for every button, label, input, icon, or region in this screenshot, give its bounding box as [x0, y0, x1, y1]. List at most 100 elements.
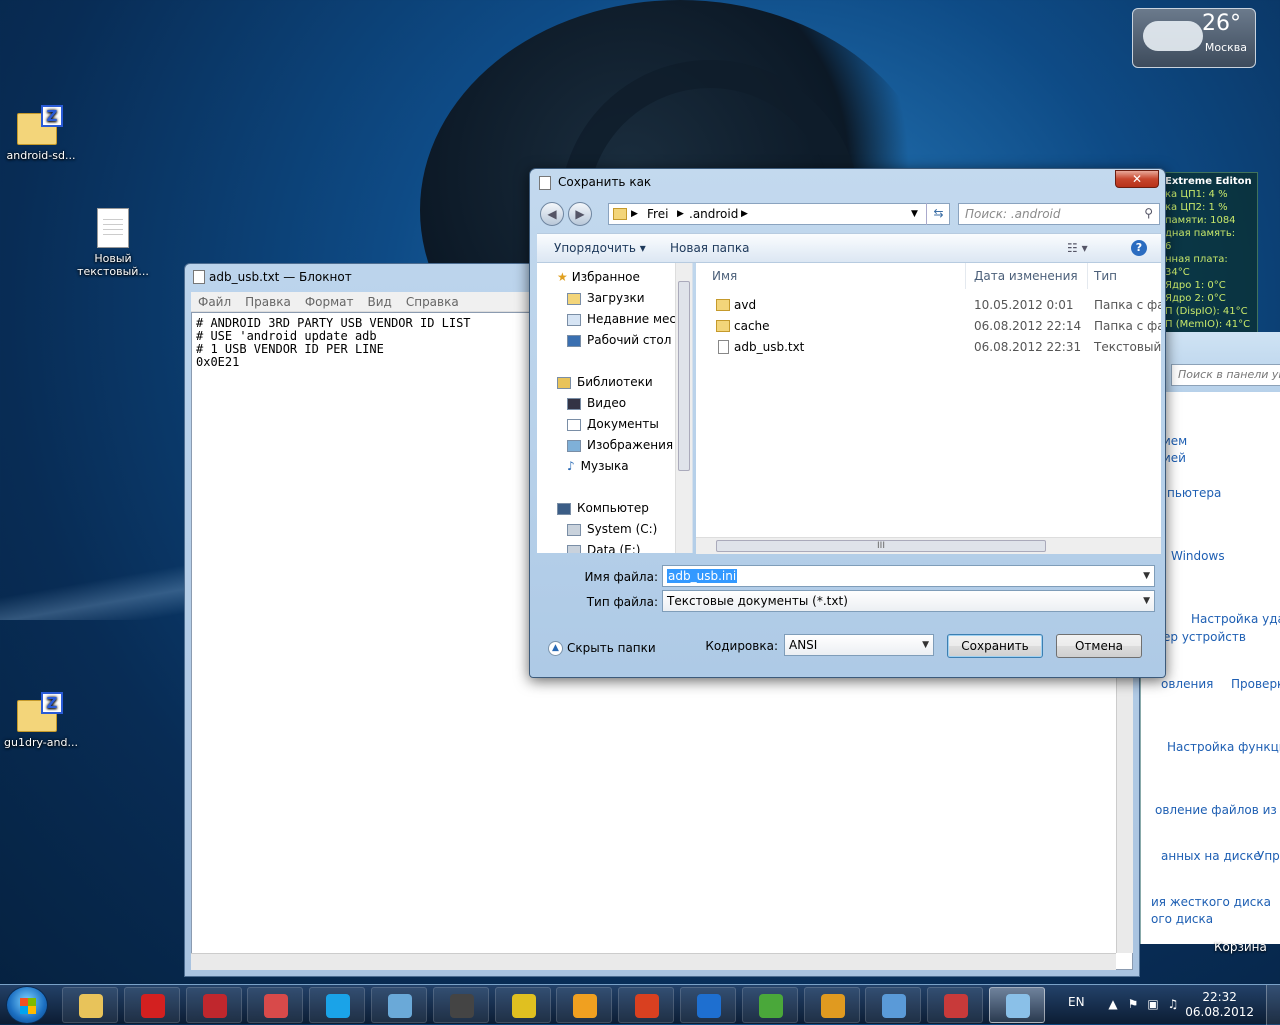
volume-icon[interactable]: ♫ — [1166, 997, 1180, 1011]
hide-folders-button[interactable]: ▲ Скрыть папки — [548, 641, 656, 656]
breadcrumb-frei[interactable]: Frei — [647, 207, 668, 221]
address-bar[interactable]: ▶ Frei ▶ .android ▶ ▼ — [608, 203, 950, 225]
taskbar-app-game[interactable] — [432, 987, 489, 1023]
weather-city: Москва — [1204, 41, 1247, 54]
control-panel-link[interactable]: ер устройств — [1163, 630, 1246, 644]
taskbar-app-monitor[interactable] — [371, 987, 427, 1023]
organize-button[interactable]: Упорядочить ▾ — [554, 241, 646, 255]
nav-pane-scrollbar[interactable] — [675, 263, 692, 553]
taskbar-app-control-panel[interactable] — [865, 987, 922, 1023]
nav-libraries[interactable]: Библиотеки — [557, 372, 653, 393]
zip-folder-icon: Z — [17, 692, 65, 732]
taskbar-app-toolbox[interactable] — [927, 987, 984, 1023]
language-indicator[interactable]: EN — [1068, 995, 1085, 1009]
save-as-dialog[interactable]: Сохранить как ✕ ◀ ▶ ▶ Frei ▶ .android ▶ … — [529, 168, 1166, 678]
clock[interactable]: 22:32 06.08.2012 — [1185, 990, 1254, 1020]
refresh-button[interactable]: ⇆ — [926, 203, 950, 225]
scrollbar-thumb[interactable]: III — [716, 540, 1046, 552]
control-panel-link[interactable]: ого диска — [1151, 912, 1213, 926]
control-panel-link[interactable]: Упра — [1257, 849, 1280, 863]
notepad-horizontal-scrollbar[interactable] — [191, 953, 1116, 970]
control-panel-link[interactable]: ия жесткого диска — [1151, 895, 1271, 909]
help-icon[interactable]: ? — [1131, 240, 1147, 256]
save-button[interactable]: Сохранить — [947, 634, 1043, 658]
forward-button[interactable]: ▶ — [568, 202, 592, 226]
taskbar-app-nfs[interactable] — [494, 987, 551, 1023]
control-panel-link[interactable]: пьютера — [1167, 486, 1221, 500]
show-desktop-button[interactable] — [1266, 985, 1280, 1025]
file-row[interactable]: avd 10.05.2012 0:01 Папка с фай — [696, 295, 1161, 316]
view-options-icon[interactable]: ☷ ▾ — [1067, 241, 1088, 255]
nav-music[interactable]: ♪ Музыка — [567, 456, 629, 477]
taskbar-app-skype[interactable] — [309, 987, 366, 1023]
taskbar-app-rq[interactable] — [247, 987, 304, 1023]
search-input[interactable]: Поиск: .android ⚲ — [958, 203, 1160, 225]
start-button[interactable] — [6, 986, 48, 1024]
desktop-icon-new-text-file[interactable]: Новый текстовый... — [72, 208, 154, 278]
encoding-select[interactable]: ANSI ▼ — [784, 634, 934, 656]
nav-data-e[interactable]: Data (E:) — [567, 540, 640, 553]
close-button[interactable]: ✕ — [1115, 170, 1159, 188]
control-panel-link[interactable]: анных на диске — [1161, 849, 1261, 863]
taskbar-app-sync[interactable] — [680, 987, 736, 1023]
menu-view[interactable]: Вид — [361, 292, 399, 312]
nav-video[interactable]: Видео — [567, 393, 626, 414]
desktop-icon-gu1dry[interactable]: Z gu1dry-and... — [0, 692, 82, 749]
taskbar-app-sun[interactable] — [803, 987, 860, 1023]
scrollbar-thumb[interactable] — [678, 281, 690, 471]
file-type: Папка с фай — [1094, 319, 1161, 333]
brush-icon — [635, 994, 660, 1018]
chevron-down-icon[interactable]: ▼ — [911, 209, 918, 219]
taskbar-app-notepad[interactable] — [989, 987, 1045, 1023]
column-header-type[interactable]: Тип — [1088, 263, 1161, 289]
chevron-down-icon[interactable]: ▼ — [1143, 566, 1150, 586]
weather-gadget[interactable]: 26° Москва — [1132, 8, 1256, 68]
network-icon[interactable]: ▣ — [1146, 997, 1160, 1011]
nav-images[interactable]: Изображения — [567, 435, 673, 456]
taskbar-app-pokerstars[interactable] — [185, 987, 242, 1023]
flag-icon[interactable]: ⚑ — [1126, 997, 1140, 1011]
menu-file[interactable]: Файл — [191, 292, 238, 312]
control-panel-search-input[interactable]: Поиск в панели уп — [1171, 364, 1280, 386]
chevron-down-icon: ▼ — [1143, 596, 1150, 606]
back-button[interactable]: ◀ — [540, 202, 564, 226]
menu-format[interactable]: Формат — [298, 292, 361, 312]
chevron-up-icon[interactable]: ▲ — [1106, 997, 1120, 1011]
menu-edit[interactable]: Правка — [238, 292, 298, 312]
new-folder-button[interactable]: Новая папка — [670, 241, 749, 255]
control-panel-link[interactable]: овления — [1161, 677, 1213, 691]
filetype-select[interactable]: Текстовые документы (*.txt) ▼ — [662, 590, 1155, 612]
column-header-name[interactable]: Имя — [706, 263, 966, 289]
control-panel-link[interactable]: овление файлов из архи — [1155, 803, 1280, 817]
taskbar-app-explorer[interactable] — [62, 987, 118, 1023]
breadcrumb-android[interactable]: .android — [689, 207, 738, 221]
filename-input[interactable]: adb_usb.ini ▼ — [662, 565, 1155, 587]
sync-icon — [697, 994, 721, 1018]
nav-computer[interactable]: Компьютер — [557, 498, 649, 519]
menu-help[interactable]: Справка — [399, 292, 466, 312]
taskbar-app-utorrent[interactable] — [741, 987, 798, 1023]
cancel-button[interactable]: Отмена — [1056, 634, 1142, 658]
nav-downloads[interactable]: Загрузки — [567, 288, 645, 309]
file-list-horizontal-scrollbar[interactable]: III — [696, 537, 1161, 554]
control-panel-link[interactable]: Проверк — [1231, 677, 1280, 691]
taskbar-app-opera[interactable] — [123, 987, 180, 1023]
control-panel-link[interactable]: Windows — [1171, 549, 1225, 563]
nav-recent[interactable]: Недавние места — [567, 309, 690, 330]
nav-favorites[interactable]: ★ Избранное — [557, 267, 640, 288]
recycle-bin-label[interactable]: Корзина — [1214, 940, 1267, 954]
control-panel-link[interactable]: ием — [1163, 434, 1187, 448]
desktop-icon-android-sdk[interactable]: Z android-sd... — [0, 105, 82, 162]
control-panel-link[interactable]: Настройка удал — [1191, 612, 1280, 626]
text-file-icon — [718, 340, 729, 354]
control-panel-link[interactable]: Настройка функций — [1167, 740, 1280, 754]
file-row[interactable]: cache 06.08.2012 22:14 Папка с фай — [696, 316, 1161, 337]
nav-system-c[interactable]: System (C:) — [567, 519, 657, 540]
file-row[interactable]: adb_usb.txt 06.08.2012 22:31 Текстовый д — [696, 337, 1161, 358]
taskbar-app-aimp[interactable] — [556, 987, 613, 1023]
column-header-date[interactable]: Дата изменения — [968, 263, 1088, 289]
control-panel-link[interactable]: ией — [1163, 451, 1186, 465]
nav-desktop[interactable]: Рабочий стол — [567, 330, 671, 351]
nav-documents[interactable]: Документы — [567, 414, 659, 435]
taskbar-app-brush[interactable] — [618, 987, 675, 1023]
